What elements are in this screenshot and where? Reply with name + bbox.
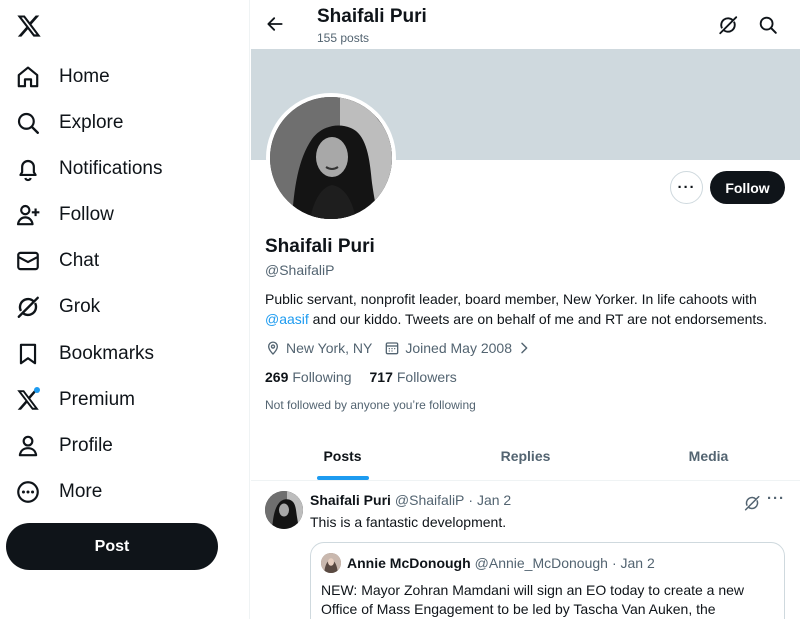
nav-label-bookmarks: Bookmarks [59,343,155,364]
search-icon [14,109,42,137]
nav-item-bookmarks[interactable]: Bookmarks [14,332,154,376]
profile-header-bar: Shaifali Puri 155 posts [251,0,800,49]
quoted-tweet-header: Annie McDonough @Annie_McDonough · Jan 2 [347,555,655,571]
tab-replies[interactable]: Replies [434,432,617,480]
nav-item-grok[interactable]: Grok [14,285,100,329]
profile-avatar[interactable] [266,93,396,223]
tweet-avatar[interactable] [265,491,303,529]
profile-tabs: Posts Replies Media [251,432,800,481]
quoted-tweet[interactable]: Annie McDonough @Annie_McDonough · Jan 2… [310,542,785,619]
x-logo-icon [14,386,42,414]
tweet-more-icon[interactable]: ··· [767,490,785,507]
profile-handle: @ShaifaliP [265,262,335,278]
followers-label: Followers [396,369,457,385]
profile-name: Shaifali Puri [265,236,375,257]
quoted-tweet-avatar[interactable] [321,553,341,573]
calendar-icon [384,340,400,356]
follow-button[interactable]: Follow [710,171,785,204]
bio-mention-link[interactable]: @aasif [265,311,309,327]
bookmark-icon [14,340,42,368]
nav-item-chat[interactable]: Chat [14,239,99,283]
back-arrow-icon[interactable] [263,12,287,36]
not-followed-notice: Not followed by anyone you’re following [265,398,476,412]
post-button[interactable]: Post [6,523,218,570]
more-options-button[interactable]: ··· [670,171,703,204]
followers-count: 717 [369,369,393,385]
nav-item-more[interactable]: More [14,470,102,514]
tab-media[interactable]: Media [617,432,800,480]
x-logo-icon[interactable] [16,13,42,39]
bell-icon [14,155,42,183]
search-icon[interactable] [757,14,779,36]
quoted-tweet-text: NEW: Mayor Zohran Mamdani will sign an E… [321,582,745,617]
nav-label-follow: Follow [59,204,114,225]
quoted-author-handle: @Annie_McDonough [474,555,608,571]
person-icon [14,432,42,460]
notification-dot [34,387,40,393]
profile-column: Shaifali Puri 155 posts ··· Follow Shaif… [251,0,800,619]
grok-icon [14,293,42,321]
nav-item-follow[interactable]: Follow [14,193,114,237]
profile-joined-date: Joined May 2008 [405,340,513,356]
person-add-icon [14,201,42,229]
profile-location: New York, NY [286,340,373,356]
quoted-tweet-date: · Jan 2 [611,555,655,571]
location-pin-icon [265,340,281,356]
nav-item-premium[interactable]: Premium [14,378,135,422]
following-count: 269 [265,369,289,385]
header-post-count: 155 posts [317,31,370,45]
profile-meta: New York, NY Joined May 2008 [265,337,537,359]
grok-icon[interactable] [743,494,761,512]
nav-label-explore: Explore [59,112,124,133]
header-title: Shaifali Puri [317,6,427,27]
nav-label-home: Home [59,66,110,87]
nav-item-explore[interactable]: Explore [14,101,123,145]
nav-label-grok: Grok [59,296,101,317]
nav-label-chat: Chat [59,250,100,271]
following-label: Following [292,369,352,385]
tab-label: Posts [323,448,362,464]
nav-item-notifications[interactable]: Notifications [14,147,163,191]
following-link[interactable]: 269 Following [265,369,352,385]
active-tab-indicator [316,476,369,480]
followers-link[interactable]: 717 Followers [370,369,457,385]
bio-text: Public servant, nonprofit leader, board … [265,291,757,307]
grok-icon[interactable] [717,14,739,36]
quoted-author-name: Annie McDonough [347,555,471,571]
tweet-header: Shaifali Puri @ShaifaliP · Jan 2 [310,492,511,508]
tweet-author-handle[interactable]: @ShaifaliP [395,492,464,508]
tweet-author-name[interactable]: Shaifali Puri [310,492,391,508]
nav-label-profile: Profile [59,435,113,456]
nav-item-profile[interactable]: Profile [14,424,113,468]
tweet-text: This is a fantastic development. [310,514,507,530]
more-circle-icon [14,478,42,506]
envelope-icon [14,247,42,275]
profile-stats: 269 Following 717 Followers [265,369,475,385]
tab-label: Media [688,448,729,464]
chevron-right-icon[interactable] [516,340,532,356]
nav-label-premium: Premium [59,389,136,410]
tweet-date[interactable]: · Jan 2 [468,492,511,508]
tab-posts[interactable]: Posts [251,432,434,480]
bio-text-end: and our kiddo. Tweets are on behalf of m… [308,311,768,327]
nav-item-home[interactable]: Home [14,55,110,99]
left-navigation: Home Explore Notifications Follow Chat G… [0,0,250,619]
tab-label: Replies [500,448,551,464]
tweet-item[interactable]: Shaifali Puri @ShaifaliP · Jan 2 ··· Thi… [251,482,800,619]
home-icon [14,63,42,91]
profile-bio: Public servant, nonprofit leader, board … [265,289,785,329]
nav-label-more: More [59,481,103,502]
nav-label-notifications: Notifications [59,158,163,179]
